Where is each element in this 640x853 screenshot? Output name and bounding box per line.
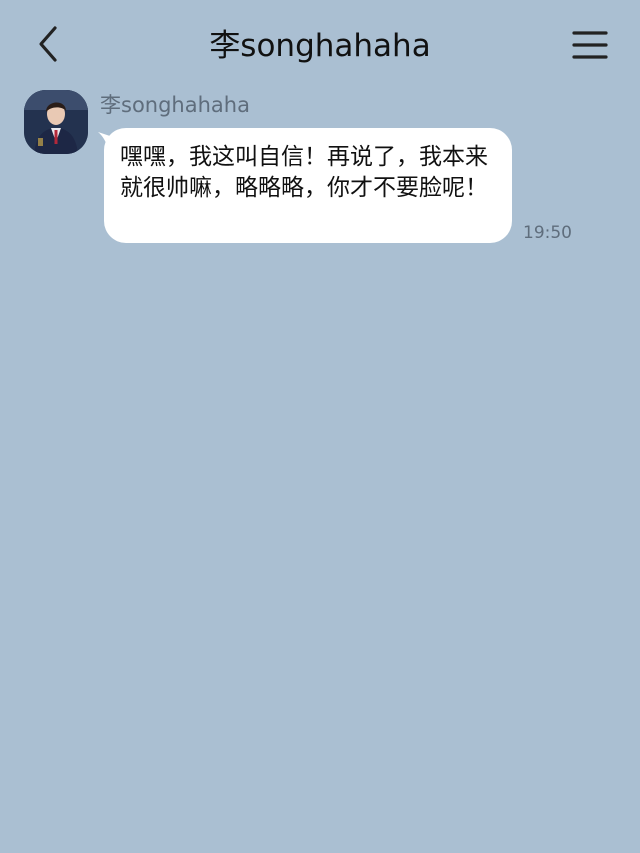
avatar-image: [24, 90, 88, 154]
back-button[interactable]: [28, 22, 72, 66]
page-title: 李songhahaha: [209, 28, 431, 64]
hamburger-menu-icon: [572, 31, 608, 59]
message-timestamp: 19:50: [523, 223, 572, 243]
chat-screen: 李songhahaha 李songhahaha 嘿嘿，我这叫自信！再说了，我本来…: [0, 0, 640, 853]
message-row: 李songhahaha 嘿嘿，我这叫自信！再说了，我本来就很帅嘛，略略略，你才不…: [0, 88, 640, 258]
sender-name: 李songhahaha: [100, 93, 250, 117]
chat-header: 李songhahaha: [0, 0, 640, 90]
message-bubble[interactable]: 嘿嘿，我这叫自信！再说了，我本来就很帅嘛，略略略，你才不要脸呢！: [104, 128, 512, 243]
menu-button[interactable]: [566, 26, 614, 66]
avatar[interactable]: [24, 90, 88, 154]
chevron-left-icon: [39, 26, 57, 62]
